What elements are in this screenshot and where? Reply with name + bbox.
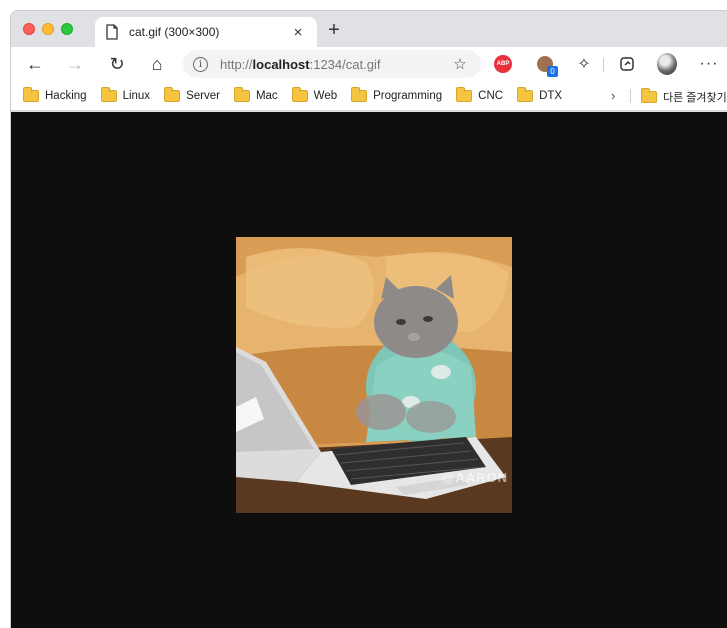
- folder-icon: [164, 86, 181, 102]
- toolbar: ← → ↻ ⌂ i http://localhost:1234/cat.gif …: [11, 47, 727, 81]
- cookie-badge: 0: [547, 66, 558, 77]
- folder-icon: [517, 86, 534, 102]
- new-tab-button[interactable]: +: [323, 19, 345, 41]
- bookmark-folder-dtx[interactable]: DTX: [517, 86, 563, 102]
- tab-active[interactable]: cat.gif (300×300) ×: [95, 17, 317, 47]
- back-button[interactable]: ←: [21, 50, 49, 78]
- page-content: @AARON: [11, 112, 727, 628]
- url-text[interactable]: http://localhost:1234/cat.gif: [220, 57, 449, 72]
- info-icon[interactable]: i: [193, 56, 208, 72]
- collections-icon: [620, 57, 634, 71]
- tab-title: cat.gif (300×300): [129, 25, 220, 39]
- minimize-window-button[interactable]: [42, 23, 54, 35]
- avatar: [657, 53, 677, 75]
- folder-icon: [233, 86, 250, 102]
- url-scheme: http://: [220, 56, 253, 72]
- folder-icon: [100, 86, 117, 102]
- bookmarks-bar: Hacking Linux Server Mac Web Programming…: [11, 81, 727, 111]
- close-window-button[interactable]: [23, 23, 35, 35]
- bookmark-folder-web[interactable]: Web: [291, 86, 338, 102]
- favorite-star-icon[interactable]: ☆: [449, 55, 471, 73]
- reload-button[interactable]: ↻: [103, 50, 131, 78]
- browser-window: cat.gif (300×300) × + ← → ↻ ⌂ i http://l…: [10, 10, 727, 628]
- collections-button[interactable]: [617, 54, 637, 74]
- forward-button[interactable]: →: [61, 50, 89, 78]
- cookie-extension-button[interactable]: 0: [535, 54, 558, 77]
- bookmark-label: CNC: [478, 89, 504, 102]
- bookmark-label: Linux: [122, 89, 151, 102]
- cat-gif-image[interactable]: @AARON: [236, 237, 512, 513]
- bookmarks-divider: [630, 89, 631, 103]
- bookmarks-overflow-chevron-icon[interactable]: ›: [611, 88, 615, 103]
- folder-icon: [23, 86, 39, 102]
- bookmark-label: Server: [186, 89, 220, 102]
- folder-icon: [351, 86, 368, 102]
- close-tab-icon[interactable]: ×: [289, 24, 307, 41]
- folder-icon: [641, 88, 657, 103]
- bookmark-label: Programming: [373, 89, 443, 102]
- profile-button[interactable]: [657, 53, 677, 75]
- folder-icon: [456, 86, 473, 102]
- bookmark-folder-linux[interactable]: Linux: [100, 86, 151, 102]
- bookmark-label: 다른 즐겨찾기: [663, 92, 727, 104]
- bookmark-label: DTX: [539, 89, 563, 102]
- folder-icon: [291, 86, 308, 102]
- bookmark-label: Mac: [255, 89, 278, 102]
- image-watermark: @AARON: [441, 470, 508, 485]
- more-menu-icon[interactable]: ···: [699, 54, 719, 74]
- bookmark-label: Web: [313, 89, 338, 102]
- bookmark-folder-programming[interactable]: Programming: [351, 86, 443, 102]
- adblock-icon: ABP: [494, 55, 512, 73]
- address-bar[interactable]: i http://localhost:1234/cat.gif ☆: [183, 50, 481, 78]
- bookmark-folder-mac[interactable]: Mac: [233, 86, 278, 102]
- bookmark-folder-hacking[interactable]: Hacking: [23, 86, 87, 102]
- url-path: :1234/cat.gif: [309, 56, 381, 72]
- cookie-icon: 0: [537, 56, 558, 77]
- bookmark-label: Hacking: [45, 89, 87, 102]
- maximize-window-button[interactable]: [61, 23, 73, 35]
- extensions-icon[interactable]: ✧: [574, 54, 594, 74]
- toolbar-divider: [603, 58, 604, 72]
- bookmark-folder-server[interactable]: Server: [164, 86, 220, 102]
- bookmark-folder-other[interactable]: 다른 즐겨찾기: [641, 88, 727, 105]
- url-host: localhost: [252, 56, 310, 72]
- adblock-extension-button[interactable]: ABP: [493, 54, 513, 74]
- window-controls: [23, 23, 73, 35]
- home-button[interactable]: ⌂: [143, 50, 171, 78]
- tab-strip: cat.gif (300×300) × +: [11, 11, 727, 47]
- page-icon: [106, 24, 118, 40]
- bookmark-folder-cnc[interactable]: CNC: [456, 86, 504, 102]
